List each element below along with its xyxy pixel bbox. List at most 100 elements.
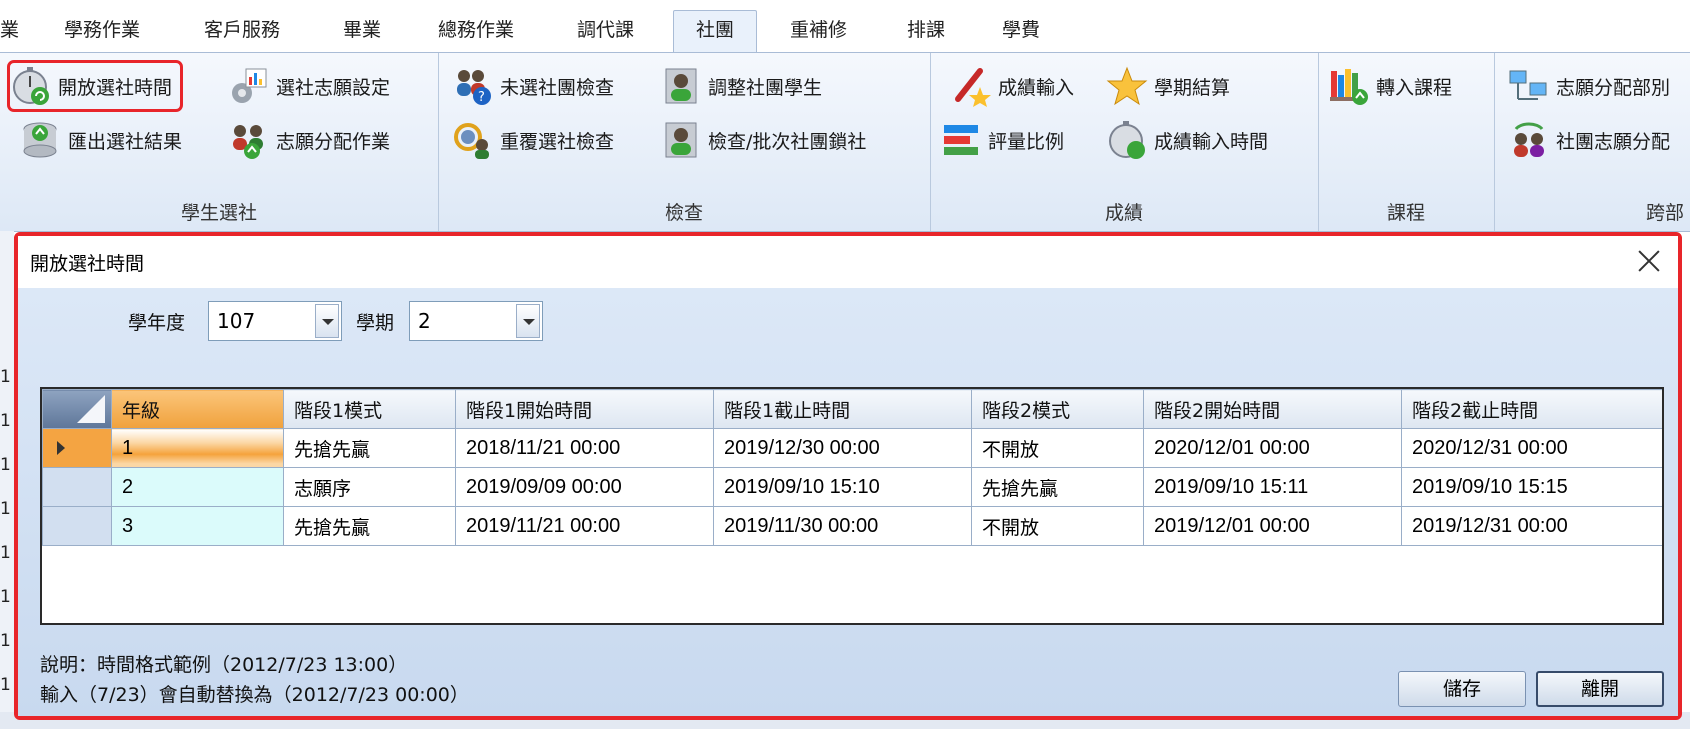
- open-selection-time-dialog: 開放選社時間 學年度 107 學期 2 年級 階段1模式 階段1開始時間 階段1…: [14, 232, 1682, 720]
- export-selection-result-label: 匯出選社結果: [68, 130, 183, 153]
- tab-partial[interactable]: 業: [0, 14, 19, 46]
- export-selection-result-button[interactable]: 匯出選社結果: [20, 117, 182, 163]
- stage2-mode-cell[interactable]: 先搶先贏: [971, 467, 1144, 507]
- stage1-mode-cell[interactable]: 志願序: [283, 467, 456, 507]
- group-score: 成績輸入 學期結算 評量比例 成績輸入時間 成績: [930, 53, 1319, 231]
- import-course-button[interactable]: 轉入課程: [1328, 63, 1452, 109]
- tab-scheduling[interactable]: 排課: [907, 14, 945, 46]
- users-search-icon: [454, 123, 489, 159]
- group-check: ? 未選社團檢查 調整社團學生 重覆選社檢查 檢查/批次社團鎖社 檢查: [438, 53, 931, 231]
- unselected-club-check-label: 未選社團檢查: [500, 76, 615, 99]
- table-row[interactable]: 1 先搶先贏 2018/11/21 00:00 2019/12/30 00:00…: [42, 428, 1662, 468]
- grade-cell[interactable]: 2: [111, 467, 284, 507]
- semester-settlement-label: 學期結算: [1154, 76, 1231, 99]
- database-export-icon: [23, 122, 57, 158]
- column-header[interactable]: 階段2開始時間: [1143, 389, 1402, 429]
- score-input-time-label: 成績輸入時間: [1154, 130, 1269, 153]
- wish-setting-label: 選社志願設定: [276, 76, 391, 99]
- stage2-start-cell[interactable]: 2019/09/10 15:11: [1143, 467, 1402, 507]
- school-year-combo[interactable]: 107: [208, 301, 342, 341]
- stage1-start-cell[interactable]: 2019/09/09 00:00: [455, 467, 714, 507]
- duplicate-selection-check-button[interactable]: 重覆選社檢查: [452, 117, 614, 163]
- adjust-club-students-button[interactable]: 調整社團學生: [660, 63, 822, 109]
- svg-text:?: ?: [478, 90, 485, 105]
- stage1-mode-cell[interactable]: 先搶先贏: [283, 506, 456, 546]
- score-input-label: 成績輸入: [998, 76, 1075, 99]
- column-header[interactable]: 階段1模式: [283, 389, 456, 429]
- stage2-start-cell[interactable]: 2019/12/01 00:00: [1143, 506, 1402, 546]
- grading-ratio-button[interactable]: 評量比例: [940, 117, 1064, 163]
- stage2-end-cell[interactable]: 2020/12/31 00:00: [1401, 428, 1662, 468]
- stage1-start-cell[interactable]: 2018/11/21 00:00: [455, 428, 714, 468]
- tab-substitute-class[interactable]: 調代課: [577, 14, 634, 46]
- column-header[interactable]: 年級: [111, 389, 284, 429]
- tab-student-affairs[interactable]: 學務作業: [64, 14, 140, 46]
- chevron-down-icon[interactable]: [516, 304, 540, 338]
- stage2-mode-cell[interactable]: 不開放: [971, 506, 1144, 546]
- users-assign-icon: [233, 125, 263, 159]
- semester-combo[interactable]: 2: [409, 301, 543, 341]
- group-cross-department: 志願分配部別 社團志願分配 跨部: [1494, 53, 1690, 231]
- import-course-label: 轉入課程: [1376, 76, 1453, 99]
- format-note-line1: 說明：時間格式範例（2012/7/23 13:00）: [40, 654, 408, 676]
- table-row[interactable]: 2 志願序 2019/09/09 00:00 2019/09/10 15:10 …: [42, 467, 1662, 507]
- chevron-down-icon[interactable]: [315, 304, 339, 338]
- background-row-number: 1: [0, 367, 11, 387]
- column-header[interactable]: 階段2模式: [971, 389, 1144, 429]
- stage2-end-cell[interactable]: 2019/12/31 00:00: [1401, 506, 1662, 546]
- user-card-lock-icon: [665, 122, 697, 158]
- score-input-button[interactable]: 成績輸入: [950, 63, 1074, 109]
- row-selector[interactable]: [42, 467, 112, 507]
- grade-cell[interactable]: 3: [111, 506, 284, 546]
- open-selection-time-button[interactable]: 開放選社時間: [6, 60, 184, 112]
- stopwatch-icon: [1109, 121, 1145, 159]
- stage1-end-cell[interactable]: 2019/12/30 00:00: [713, 428, 972, 468]
- club-wish-distribution-button[interactable]: 社團志願分配: [1508, 117, 1670, 163]
- wish-setting-button[interactable]: 選社志願設定: [228, 63, 390, 109]
- stage1-end-cell[interactable]: 2019/11/30 00:00: [713, 506, 972, 546]
- column-header[interactable]: 階段1截止時間: [713, 389, 972, 429]
- save-button[interactable]: 儲存: [1398, 671, 1526, 707]
- semester-settlement-button[interactable]: 學期結算: [1106, 63, 1230, 109]
- batch-lock-club-label: 檢查/批次社團鎖社: [708, 130, 867, 153]
- unselected-club-check-button[interactable]: ? 未選社團檢查: [452, 63, 614, 109]
- network-computers-icon: [1509, 70, 1547, 100]
- score-input-time-button[interactable]: 成績輸入時間: [1106, 117, 1268, 163]
- stopwatch-icon: [13, 67, 49, 105]
- tab-graduation[interactable]: 畢業: [343, 14, 381, 46]
- background-row-number: 1: [0, 631, 11, 651]
- wish-assignment-label: 志願分配作業: [276, 130, 391, 153]
- close-icon[interactable]: [1634, 246, 1664, 276]
- wish-assignment-button[interactable]: 志願分配作業: [228, 117, 390, 163]
- stage2-mode-cell[interactable]: 不開放: [971, 428, 1144, 468]
- column-header[interactable]: 階段1開始時間: [455, 389, 714, 429]
- stage2-start-cell[interactable]: 2020/12/01 00:00: [1143, 428, 1402, 468]
- batch-lock-club-button[interactable]: 檢查/批次社團鎖社: [660, 117, 866, 163]
- tab-customer-service[interactable]: 客戶服務: [204, 14, 280, 46]
- column-header[interactable]: 階段2截止時間: [1401, 389, 1662, 429]
- club-wish-distribution-label: 社團志願分配: [1556, 130, 1671, 153]
- leave-button[interactable]: 離開: [1536, 671, 1664, 707]
- table-row[interactable]: 3 先搶先贏 2019/11/21 00:00 2019/11/30 00:00…: [42, 506, 1662, 546]
- stage1-mode-cell[interactable]: 先搶先贏: [283, 428, 456, 468]
- stage1-end-cell[interactable]: 2019/09/10 15:10: [713, 467, 972, 507]
- dialog-title: 開放選社時間: [30, 253, 145, 275]
- wish-assign-by-dept-button[interactable]: 志願分配部別: [1508, 63, 1670, 109]
- school-year-value: 107: [217, 309, 256, 333]
- selection-time-grid[interactable]: 年級 階段1模式 階段1開始時間 階段1截止時間 階段2模式 階段2開始時間 階…: [40, 387, 1664, 625]
- users-cycle-icon: [1514, 122, 1544, 157]
- user-card-icon: [665, 68, 697, 104]
- stage1-start-cell[interactable]: 2019/11/21 00:00: [455, 506, 714, 546]
- open-selection-time-label: 開放選社時間: [58, 76, 173, 99]
- grade-cell[interactable]: 1: [111, 428, 284, 468]
- background-row-number: 1: [0, 455, 11, 475]
- group-student-selection: 開放選社時間 選社志願設定 匯出選社結果 志願分配作業 學生選社: [0, 53, 439, 231]
- tab-general-affairs[interactable]: 總務作業: [438, 14, 514, 46]
- stage2-end-cell[interactable]: 2019/09/10 15:15: [1401, 467, 1662, 507]
- tab-makeup-course[interactable]: 重補修: [790, 14, 847, 46]
- row-selector[interactable]: [42, 506, 112, 546]
- row-selector-current[interactable]: [42, 428, 112, 468]
- select-all-corner[interactable]: [42, 389, 112, 429]
- tab-clubs[interactable]: 社團: [673, 10, 758, 55]
- tab-tuition[interactable]: 學費: [1002, 14, 1040, 46]
